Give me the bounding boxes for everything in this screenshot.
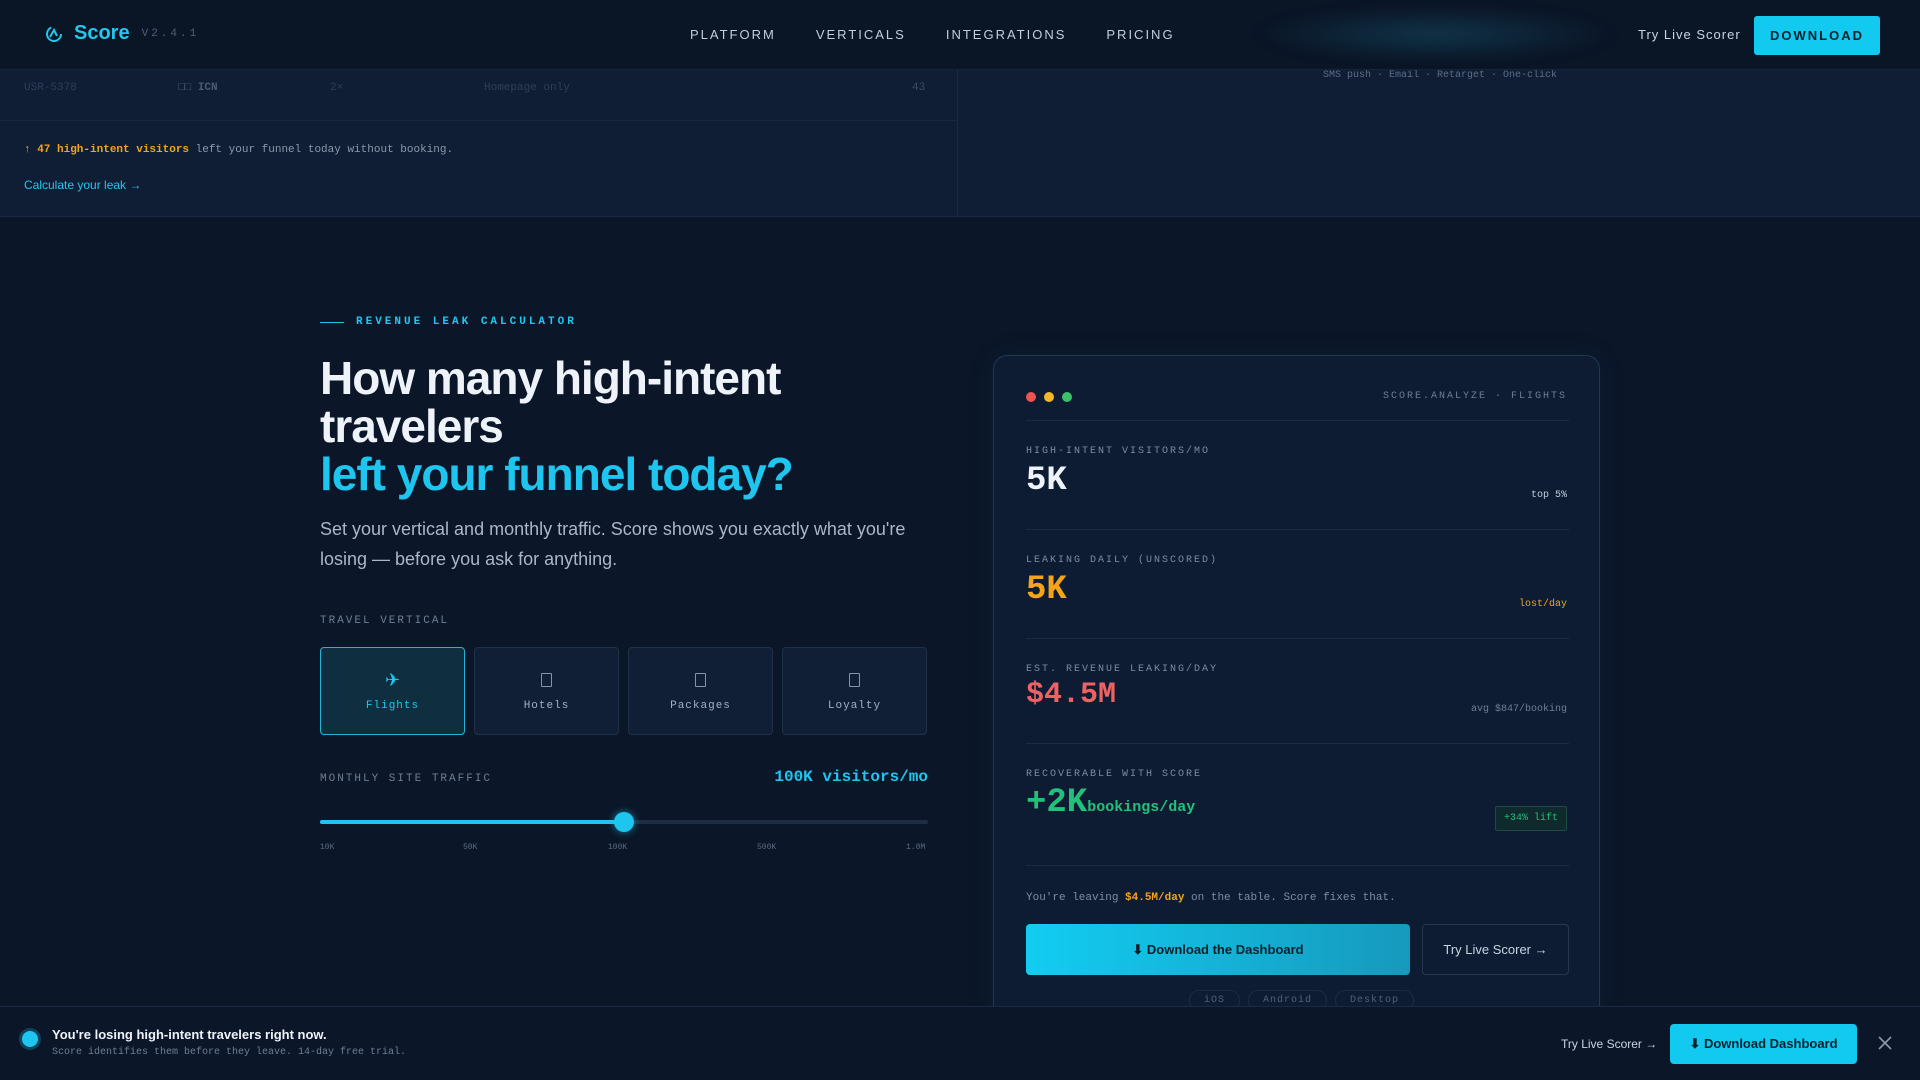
logo-icon (46, 25, 62, 42)
vertical-selector: ✈ Flights Hotels Packages Loyalty (320, 647, 927, 735)
visitor-score: 43 (912, 82, 926, 94)
revenue-note: avg $847/booking (1470, 704, 1567, 715)
vertical-hotels-label: Hotels (523, 700, 570, 712)
leak-alert-text: left your funnel today without booking. (189, 144, 454, 156)
slider-tick: 10K (320, 843, 335, 852)
revenue-label: EST. REVENUE LEAKING/DAY (1026, 664, 1219, 675)
recover-number: +2K (1026, 784, 1088, 822)
recover-label: RECOVERABLE WITH SCORE (1026, 769, 1203, 780)
recover-unit: bookings/day (1087, 799, 1196, 816)
eyebrow-line (320, 321, 344, 323)
visitor-origin-code: ICN (197, 82, 218, 94)
recover-value: +2Kbookings/day (1026, 784, 1195, 822)
nav-link-platform[interactable]: PLATFORM (690, 27, 776, 42)
brand[interactable]: Score V2.4.1 (44, 22, 199, 45)
channel-list: SMS push · Email · Retarget · One-click (1323, 70, 1558, 81)
leave-amount: $4.5M/day (1125, 892, 1185, 904)
vertical-packages[interactable]: Packages (628, 647, 773, 735)
nav-link-integrations[interactable]: INTEGRATIONS (946, 27, 1067, 42)
lift-badge: +34% lift (1494, 806, 1567, 831)
leak-alert: ↑ 47 high-intent visitors left your funn… (24, 144, 453, 156)
close-icon[interactable] (1876, 1034, 1894, 1052)
visitor-origin: □□ ICN (178, 82, 218, 94)
green-dot (1062, 392, 1072, 402)
panel-divider (1026, 420, 1569, 421)
visitor-multiplier: 2× (330, 82, 344, 94)
visitor-row: USR-5378 □□ ICN 2× Homepage only 43 (24, 82, 934, 108)
revenue-value: $4.5M (1026, 678, 1117, 712)
eyebrow-text: REVENUE LEAK CALCULATOR (356, 316, 577, 328)
version-label: V2.4.1 (141, 27, 200, 40)
slider-fill (320, 820, 624, 824)
slider-tick: 1.0M (906, 843, 926, 852)
leaking-label: LEAKING DAILY (UNSCORED) (1026, 555, 1219, 566)
loyalty-icon (849, 670, 860, 690)
nav-link-pricing[interactable]: PRICING (1106, 27, 1174, 42)
window-dots (1026, 392, 1072, 402)
leave-prefix: You're leaving (1026, 892, 1126, 904)
bottom-try-live-scorer-link[interactable]: Try Live Scorer → (1561, 1037, 1657, 1051)
leaking-value: 5K (1026, 571, 1067, 609)
visitor-strip: USR-5378 □□ ICN 2× Homepage only 43 ↑ 47… (0, 70, 1920, 217)
hero-title-line: How many high-intent travelers (320, 352, 781, 452)
leave-summary: You're leaving $4.5M/day on the table. S… (1026, 892, 1396, 904)
red-dot (1026, 392, 1036, 402)
nav-glow (1250, 6, 1620, 62)
visitors-value: 5K (1026, 462, 1067, 500)
strip-divider (0, 120, 958, 121)
visitor-strip-left: USR-5378 □□ ICN 2× Homepage only 43 ↑ 47… (0, 70, 958, 217)
nav-link-verticals[interactable]: VERTICALS (816, 27, 906, 42)
visitors-note: top 5% (1530, 490, 1567, 501)
slider-tick: 50K (463, 843, 478, 852)
yellow-dot (1044, 392, 1054, 402)
slider-tick: 500K (757, 843, 777, 852)
visitors-label: HIGH-INTENT VISITORS/MO (1026, 446, 1211, 457)
sticky-bottom-bar: You're losing high-intent travelers righ… (0, 1006, 1920, 1080)
download-dashboard-button[interactable]: ⬇ Download the Dashboard (1026, 924, 1410, 975)
try-live-scorer-button[interactable]: Try Live Scorer → (1422, 924, 1569, 975)
vertical-flights[interactable]: ✈ Flights (320, 647, 465, 735)
download-button[interactable]: DOWNLOAD (1754, 16, 1880, 55)
vertical-hotels[interactable]: Hotels (474, 647, 619, 735)
bottom-download-dashboard-button[interactable]: ⬇ Download Dashboard (1670, 1024, 1857, 1064)
section-eyebrow: REVENUE LEAK CALCULATOR (320, 316, 577, 328)
visitor-id: USR-5378 (24, 82, 77, 94)
panel-divider (1026, 865, 1569, 866)
hero-title: How many high-intent travelers left your… (320, 354, 960, 498)
brand-name: Score (74, 22, 130, 44)
panel-divider (1026, 638, 1569, 639)
slider-tick: 100K (608, 843, 628, 852)
leave-suffix: on the table. Score fixes that. (1184, 892, 1396, 904)
hero-subtitle: Set your vertical and monthly traffic. S… (320, 519, 906, 569)
hotel-icon (541, 670, 552, 690)
live-indicator-icon (22, 1031, 38, 1047)
bottom-bar-title: You're losing high-intent travelers righ… (52, 1027, 327, 1042)
hero-title-accent: left your funnel today? (320, 448, 794, 500)
analysis-panel: SCORE.ANALYZE · FLIGHTS HIGH-INTENT VISI… (993, 355, 1600, 1055)
vertical-loyalty-label: Loyalty (827, 700, 882, 712)
try-live-scorer-link[interactable]: Try Live Scorer (1638, 27, 1741, 42)
vertical-label: TRAVEL VERTICAL (320, 615, 450, 627)
visitor-pages: Homepage only (484, 82, 570, 94)
nav-links: PLATFORM VERTICALS INTEGRATIONS PRICING (690, 27, 1175, 42)
slider-ticks: 10K 50K 100K 500K 1.0M (320, 843, 928, 855)
package-icon (695, 670, 706, 690)
calculate-leak-link[interactable]: Calculate your leak → (24, 178, 141, 192)
top-nav: Score V2.4.1 PLATFORM VERTICALS INTEGRAT… (0, 0, 1920, 70)
panel-divider (1026, 743, 1569, 744)
leaking-note: lost/day (1518, 599, 1567, 610)
leak-alert-highlight: ↑ 47 high-intent visitors (24, 144, 190, 156)
panel-divider (1026, 529, 1569, 530)
vertical-loyalty[interactable]: Loyalty (782, 647, 927, 735)
vertical-packages-label: Packages (670, 700, 731, 712)
vertical-flights-label: Flights (365, 700, 420, 712)
bottom-bar-subtitle: Score identifies them before they leave.… (52, 1047, 407, 1058)
plane-icon: ✈ (384, 669, 401, 690)
traffic-slider[interactable] (320, 812, 928, 832)
slider-thumb[interactable] (614, 812, 634, 832)
traffic-value: 100K visitors/mo (774, 768, 928, 786)
traffic-label: MONTHLY SITE TRAFFIC (320, 773, 493, 785)
panel-tag: SCORE.ANALYZE · FLIGHTS (1382, 391, 1567, 402)
